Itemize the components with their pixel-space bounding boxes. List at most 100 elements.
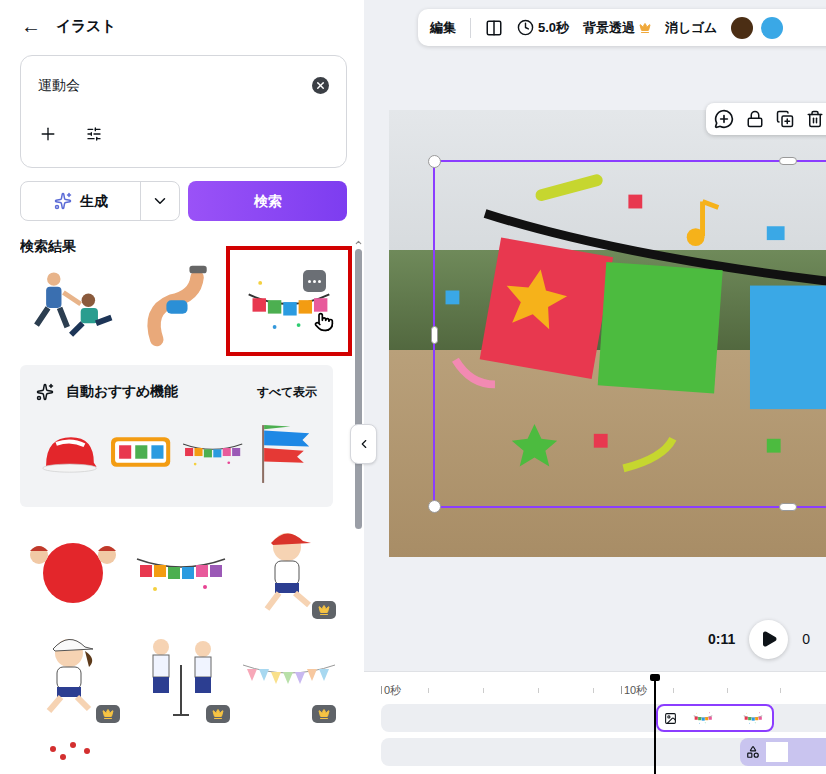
recommend-item[interactable] [107, 416, 174, 488]
crown-icon [212, 708, 224, 720]
lock-icon[interactable] [746, 110, 764, 128]
premium-badge [206, 705, 230, 723]
color-swatch[interactable] [731, 17, 753, 39]
premium-badge [312, 601, 336, 619]
result-item[interactable] [236, 623, 342, 727]
element-toolbar: 編集 5.0秒背景透過消しゴム [418, 9, 826, 46]
helmet-illustration [36, 417, 103, 487]
canvas [389, 110, 826, 557]
frame-illustration [107, 417, 174, 487]
hand-cursor-icon [314, 312, 334, 332]
shapes-icon [746, 745, 760, 759]
shape-clip[interactable] [740, 738, 826, 766]
play-button[interactable] [749, 620, 788, 659]
duplicate-icon[interactable] [776, 110, 794, 128]
recommend-item[interactable] [250, 416, 317, 488]
crown-icon [318, 708, 330, 720]
result-item[interactable] [126, 623, 236, 727]
crown-icon [318, 604, 330, 616]
sparkle-icon [36, 383, 54, 401]
back-button[interactable]: ← [20, 16, 42, 36]
clock-icon [517, 19, 534, 36]
clear-button[interactable] [312, 77, 329, 94]
color-swatch[interactable] [761, 17, 783, 39]
result-item[interactable] [20, 519, 126, 623]
playback-row: 0:11 0 [708, 619, 826, 659]
premium-badge [312, 705, 336, 723]
more-button[interactable] [303, 270, 326, 292]
resize-handle[interactable] [428, 155, 441, 168]
athletes-illustration [25, 258, 121, 354]
track [381, 704, 826, 732]
resize-handle[interactable] [779, 503, 797, 511]
result-item[interactable] [126, 246, 226, 356]
eraser-button[interactable]: 消しゴム [665, 18, 717, 38]
app: ←イラスト運動会生成検索検索結果自動おすすめ機能すべて表示編集5.0秒背景透過消… [0, 0, 826, 774]
current-time: 0:11 [708, 629, 735, 650]
result-item[interactable] [226, 246, 352, 356]
chevron-left-icon [357, 437, 371, 451]
clear-icon [315, 80, 326, 91]
scroll-up-icon[interactable] [354, 238, 363, 247]
bunting-illustration [179, 417, 246, 487]
image-icon [664, 712, 677, 725]
generate-button[interactable]: 生成 [20, 181, 180, 221]
banner-illustration [729, 707, 774, 729]
chevron-down-icon[interactable] [151, 192, 169, 210]
banner-illustration [679, 707, 727, 729]
panel-header: ← イラスト [0, 0, 364, 52]
result-item[interactable] [20, 727, 126, 774]
action-row: 生成検索 [20, 181, 347, 221]
timeline-ruler: 0秒 10秒 [381, 682, 826, 698]
recommend-item[interactable] [179, 416, 246, 488]
dots-illustration [23, 729, 123, 774]
search-input[interactable]: 運動会 [38, 75, 80, 96]
edit-button[interactable]: 編集 [430, 18, 456, 38]
crown-icon [639, 22, 651, 34]
split-icon[interactable] [485, 19, 503, 37]
carp-illustration [250, 417, 317, 487]
show-all-link[interactable]: すべて表示 [257, 383, 317, 401]
illustration-panel: ←イラスト運動会生成検索検索結果自動おすすめ機能すべて表示 [0, 0, 364, 774]
resize-handle[interactable] [779, 157, 797, 165]
scrollbar[interactable] [353, 238, 363, 774]
ruler-tick: 0秒 [384, 682, 401, 699]
filter-icon[interactable] [86, 126, 102, 142]
result-item[interactable] [20, 623, 126, 727]
sports-day-banner [435, 162, 826, 506]
add-icon[interactable] [38, 124, 58, 144]
total-time: 0 [802, 629, 810, 650]
resize-handle[interactable] [431, 326, 438, 344]
result-item[interactable] [236, 519, 342, 623]
premium-badge [96, 705, 120, 723]
bg-remove-button[interactable]: 背景透過 [583, 18, 651, 38]
recommend-title: 自動おすすめ機能 [66, 381, 178, 402]
playhead[interactable] [654, 676, 656, 774]
panel-title: イラスト [56, 15, 116, 38]
generate-icon [54, 192, 72, 210]
comment-icon[interactable] [714, 109, 734, 129]
results-list: 検索結果自動おすすめ機能すべて表示 [20, 238, 352, 774]
collapse-button[interactable] [350, 424, 377, 464]
recommend-card: 自動おすすめ機能 すべて表示 [20, 365, 333, 507]
result-item[interactable] [20, 246, 126, 356]
ruler-tick: 10秒 [624, 682, 647, 699]
crown-icon [102, 708, 114, 720]
play-icon [760, 630, 778, 648]
arm-illustration [128, 258, 224, 354]
timeline: 0秒 10秒 [364, 671, 826, 774]
ball-illustration [23, 521, 123, 621]
illustration-clip[interactable] [656, 704, 774, 732]
track [381, 738, 826, 766]
editor-area: 編集 5.0秒背景透過消しゴム 0:11 0 0秒 10秒 [364, 0, 826, 774]
resize-handle[interactable] [428, 500, 441, 513]
quick-actions [706, 103, 826, 135]
search-button[interactable]: 検索 [188, 181, 347, 221]
bunting-illustration [131, 521, 231, 621]
trash-icon[interactable] [806, 110, 824, 128]
recommend-item[interactable] [36, 416, 103, 488]
result-item[interactable] [126, 519, 236, 623]
duration-button[interactable]: 5.0秒 [517, 18, 569, 38]
selected-illustration[interactable] [433, 160, 826, 508]
search-box: 運動会 [20, 55, 347, 168]
